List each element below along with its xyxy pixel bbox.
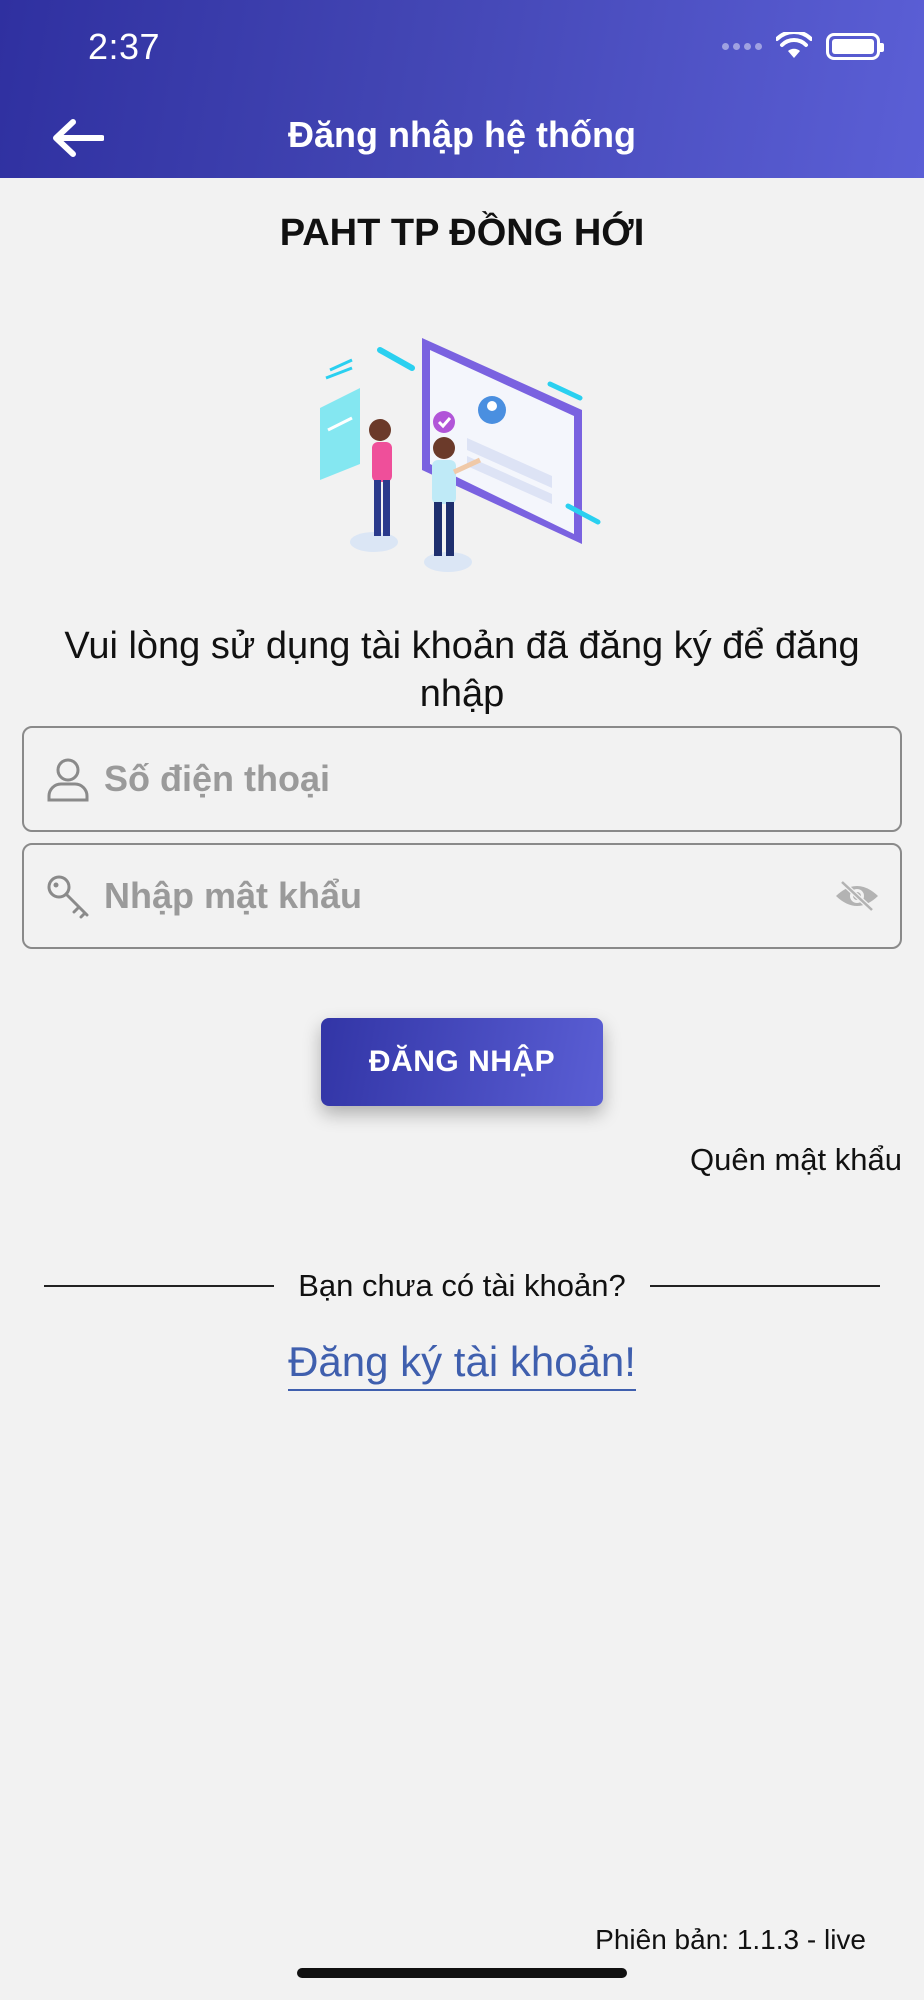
login-screen: 2:37 Đăng nhập hệ thống PAHT TP ĐỒNG HỚI [0,0,924,2000]
phone-field [22,726,902,832]
no-account-divider: Bạn chưa có tài khoản? [44,1266,880,1306]
header-title: Đăng nhập hệ thống [288,114,636,155]
forgot-password-link[interactable]: Quên mật khẩu [690,1142,902,1178]
wifi-icon [776,32,812,58]
app-name-title: PAHT TP ĐỒNG HỚI [279,212,645,254]
home-indicator [297,1968,627,1978]
register-link[interactable]: Đăng ký tài khoản! [288,1338,636,1391]
user-icon [42,753,94,805]
register-link-container: Đăng ký tài khoản! [0,1338,924,1391]
divider-line-right [649,1285,880,1287]
login-instruction: Vui lòng sử dụng tài khoản đã đăng ký để… [64,625,860,715]
cellular-signal-icon [722,42,762,50]
password-field [22,843,902,949]
battery-icon [826,32,884,60]
app-header: 2:37 Đăng nhập hệ thống [0,0,924,178]
password-input[interactable] [104,845,830,947]
status-time: 2:37 [88,26,161,67]
status-icons [722,32,884,60]
no-account-text: Bạn chưa có tài khoản? [298,1268,626,1303]
phone-input[interactable] [104,728,900,830]
divider-line-left [44,1285,275,1287]
login-illustration [320,338,601,572]
key-icon [42,870,94,922]
eye-slash-icon[interactable] [830,876,884,916]
version-text: Phiên bản: 1.1.3 - live [595,1924,866,1955]
login-button[interactable]: ĐĂNG NHẬP [321,1018,603,1106]
